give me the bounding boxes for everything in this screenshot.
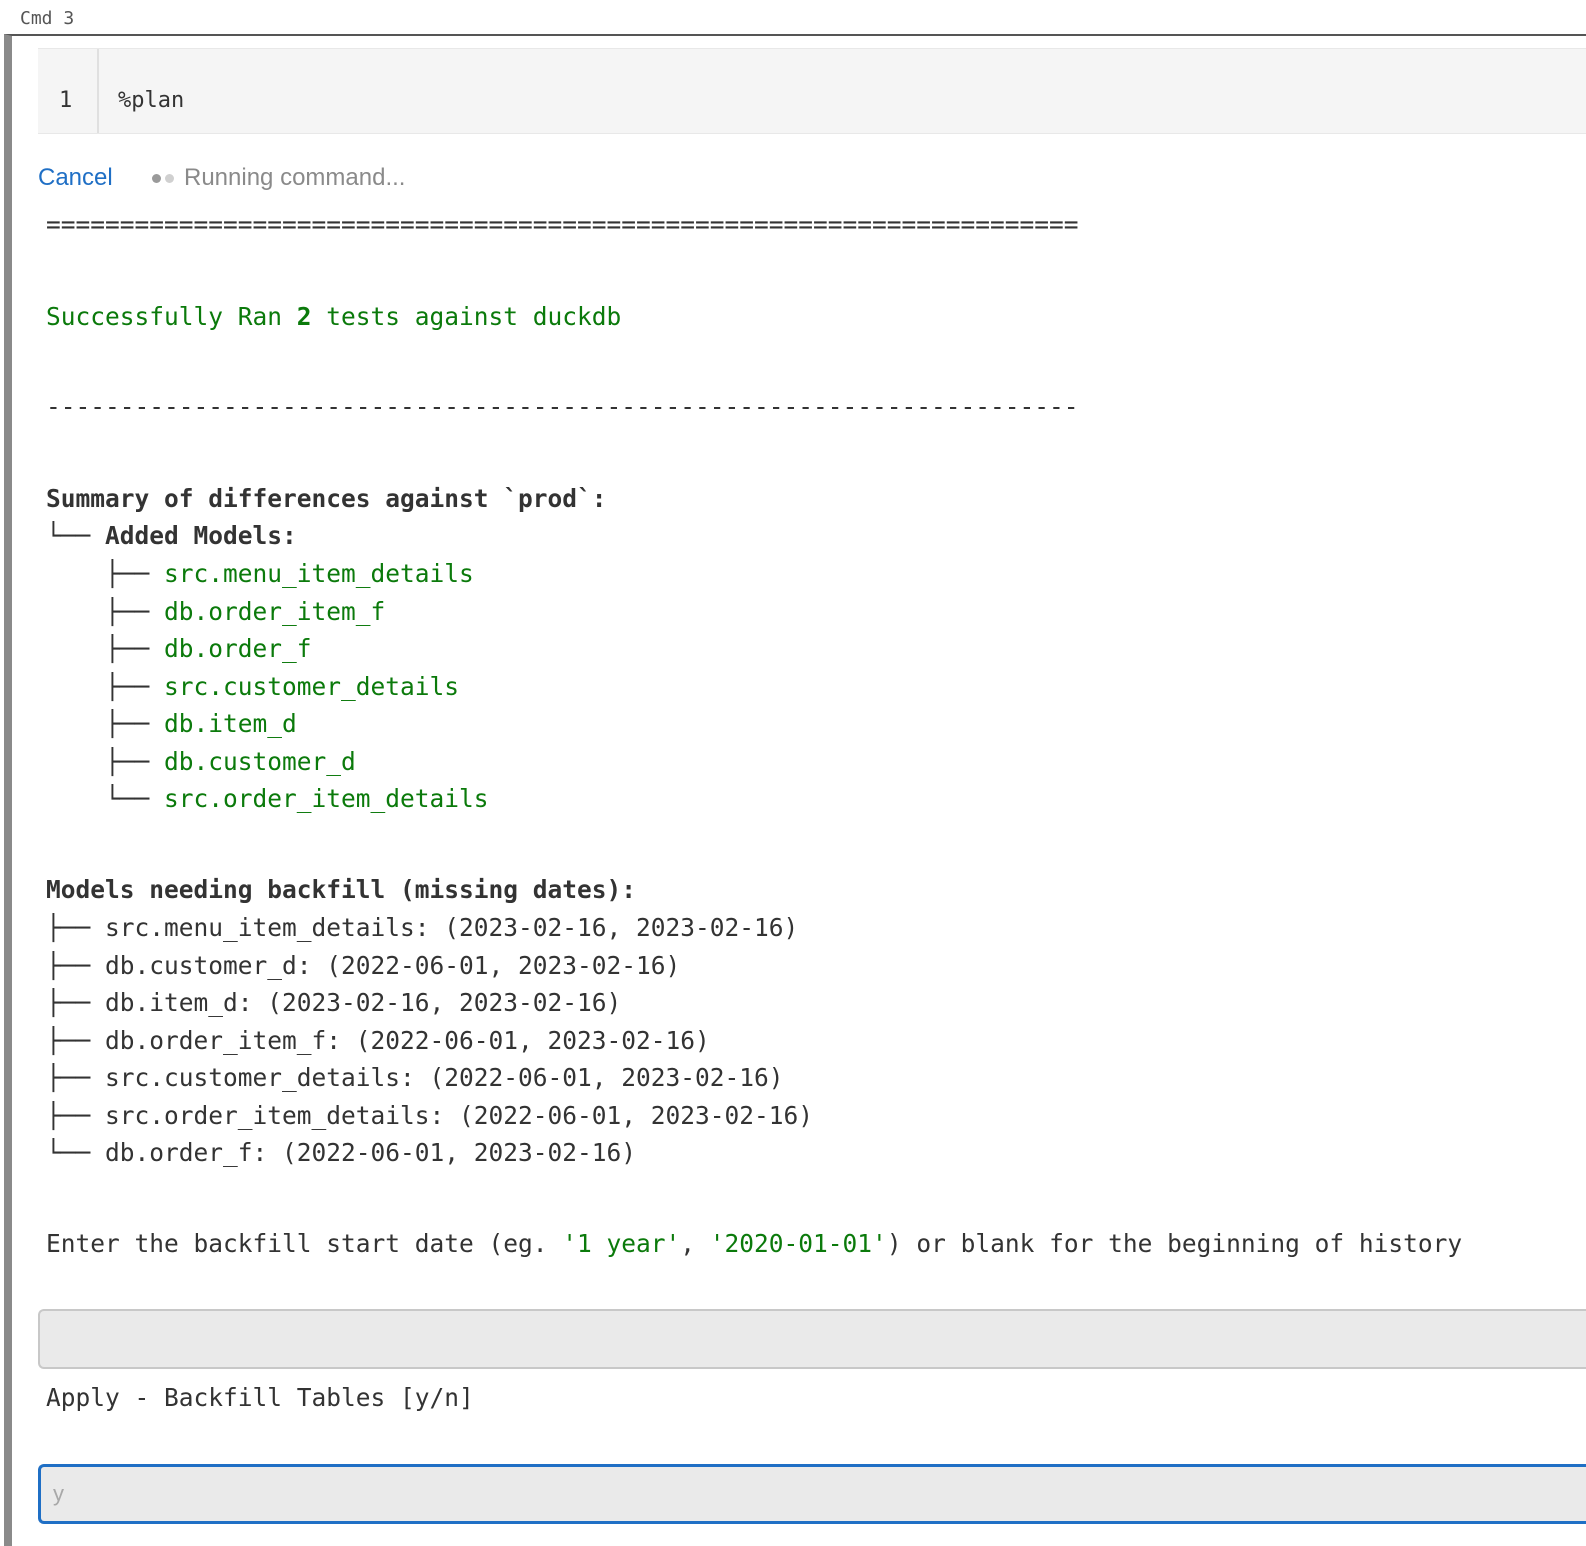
apply-backfill-prompt: Apply - Backfill Tables [y/n] [46,1383,474,1412]
tree-branch: ├── [46,559,165,588]
prompt-example-2: '2020-01-01' [709,1229,887,1258]
prompt-comma: , [680,1229,710,1258]
separator-single: ----------------------------------------… [46,392,1079,421]
backfill-start-date-input[interactable] [38,1309,1586,1369]
added-model-item: └── src.order_item_details [46,784,489,814]
success-count: 2 [296,302,312,331]
tree-branch: ├── [46,746,165,776]
added-model-name: db.order_f [164,634,312,663]
success-suffix: tests against duckdb [311,302,622,331]
added-model-name: src.customer_details [164,671,460,701]
added-model-name: src.menu_item_details [164,559,474,588]
prompt-prefix: Enter the backfill start date (eg. [46,1229,563,1258]
code-line[interactable]: %plan [118,88,184,113]
backfill-model-item: ├── src.customer_details: (2022-06-01, 2… [46,1063,784,1092]
added-model-name: db.customer_d [164,746,356,776]
added-model-item: ├── db.customer_d [46,747,356,777]
spinner-icon [152,174,176,184]
tree-branch: ├── [46,671,165,701]
backfill-model-item: ├── src.menu_item_details: (2023-02-16, … [46,913,799,942]
added-model-name: db.item_d [164,709,297,738]
line-number: 1 [59,88,73,113]
tree-branch: └── [46,784,165,813]
cancel-button[interactable]: Cancel [38,164,113,192]
added-model-item: ├── db.item_d [46,709,297,739]
separator-double: ========================================… [46,210,1079,239]
added-model-name: db.order_item_f [164,596,386,626]
backfill-heading: Models needing backfill (missing dates): [46,875,637,904]
backfill-model-item: ├── src.order_item_details: (2022-06-01,… [46,1100,814,1130]
prompt-suffix: ) or blank for the beginning of history [886,1229,1463,1258]
added-model-item: ├── db.order_f [46,634,312,664]
success-prefix: Successfully Ran [46,302,297,331]
backfill-model-item: ├── db.customer_d: (2022-06-01, 2023-02-… [46,950,681,980]
tree-branch: ├── [46,634,165,663]
running-status-text: Running command... [184,164,406,191]
added-model-item: ├── src.customer_details [46,672,459,702]
prompt-example-1: '1 year' [562,1229,681,1258]
backfill-model-item: └── db.order_f: (2022-06-01, 2023-02-16) [46,1138,637,1167]
backfill-start-prompt: Enter the backfill start date (eg. '1 ye… [46,1229,1462,1259]
cell-label: Cmd 3 [20,8,75,29]
added-model-name: src.order_item_details [164,784,489,813]
backfill-model-item: ├── db.order_item_f: (2022-06-01, 2023-0… [46,1025,710,1055]
backfill-model-item: ├── db.item_d: (2023-02-16, 2023-02-16) [46,988,622,1017]
code-editor[interactable]: 1 %plan [38,48,1586,134]
added-models-heading: └── Added Models: [46,521,297,550]
tree-branch: ├── [46,596,165,626]
added-model-item: ├── src.menu_item_details [46,559,474,589]
apply-confirm-input[interactable] [38,1464,1586,1524]
test-success-message: Successfully Ran 2 tests against duckdb [46,302,621,332]
summary-heading: Summary of differences against `prod`: [46,484,607,513]
tree-branch: ├── [46,709,165,738]
added-model-item: ├── db.order_item_f [46,597,385,627]
line-gutter: 1 [38,49,99,133]
